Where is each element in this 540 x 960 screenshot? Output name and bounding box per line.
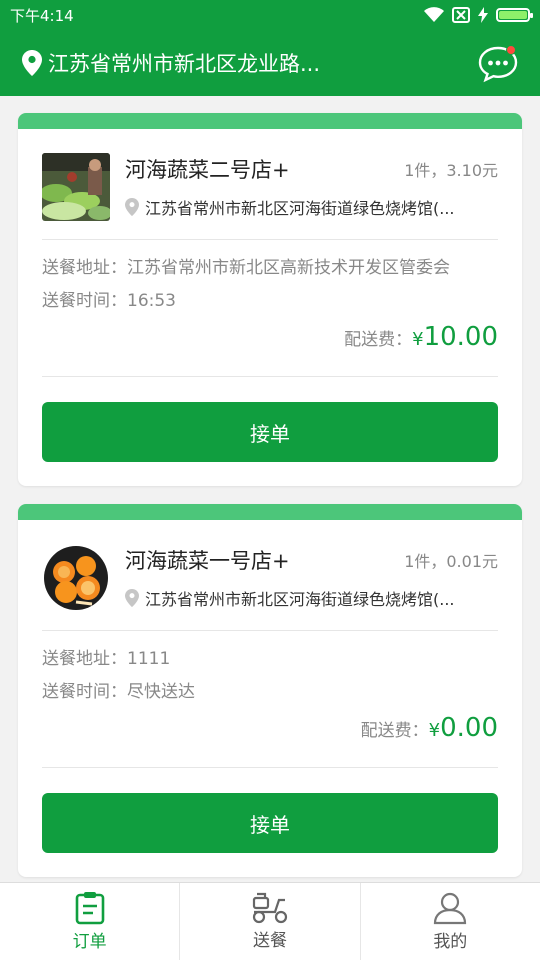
order-list: 河海蔬菜二号店+ 1件，3.10元 江苏省常州市新北区河海街道绿色烧烤馆(...… bbox=[18, 113, 522, 895]
clipboard-icon bbox=[75, 892, 104, 925]
fee-amount: 0.00 bbox=[440, 713, 498, 743]
shop-address: 江苏省常州市新北区河海街道绿色烧烤馆(... bbox=[145, 199, 455, 218]
delivery-fee: 配送费： ¥ 0.00 bbox=[42, 713, 498, 753]
shop-name: 河海蔬菜二号店+ bbox=[125, 158, 290, 182]
delivery-fee: 配送费： ¥ 10.00 bbox=[42, 322, 498, 362]
location-pin-icon bbox=[22, 50, 42, 76]
delivery-info: 送餐地址：江苏省常州市新北区高新技术开发区管委会 送餐时间：16:53 bbox=[42, 252, 498, 318]
current-location[interactable]: 江苏省常州市新北区龙业路... bbox=[48, 48, 478, 78]
fee-label: 配送费： bbox=[360, 721, 429, 741]
accept-order-button[interactable]: 接单 bbox=[42, 793, 498, 853]
delivery-address: 江苏省常州市新北区高新技术开发区管委会 bbox=[127, 258, 450, 278]
delivery-info: 送餐地址：1111 送餐时间：尽快送达 bbox=[42, 643, 498, 709]
order-quantity: 1件，0.01元 bbox=[404, 552, 498, 571]
tab-label: 我的 bbox=[433, 932, 468, 952]
scooter-icon bbox=[252, 892, 288, 924]
fee-currency: ¥ bbox=[428, 720, 441, 741]
delivery-address-label: 送餐地址： bbox=[42, 258, 127, 278]
message-button[interactable] bbox=[478, 43, 518, 83]
delivery-time: 16:53 bbox=[127, 291, 176, 311]
divider bbox=[42, 767, 498, 768]
shop-thumbnail bbox=[42, 544, 110, 612]
top-header: 江苏省常州市新北区龙业路... bbox=[0, 30, 540, 96]
charging-icon bbox=[478, 7, 488, 23]
tab-label: 送餐 bbox=[252, 931, 287, 951]
delivery-time: 尽快送达 bbox=[127, 682, 195, 702]
card-accent-bar bbox=[18, 504, 522, 520]
tab-profile[interactable]: 我的 bbox=[361, 883, 540, 960]
divider bbox=[42, 630, 498, 631]
shop-thumbnail bbox=[42, 153, 110, 221]
shop-address: 江苏省常州市新北区河海街道绿色烧烤馆(... bbox=[145, 590, 455, 609]
order-card: 河海蔬菜一号店+ 1件，0.01元 江苏省常州市新北区河海街道绿色烧烤馆(...… bbox=[18, 504, 522, 877]
sim-icon bbox=[452, 7, 470, 23]
wifi-icon bbox=[424, 7, 444, 22]
divider bbox=[42, 239, 498, 240]
unread-dot bbox=[506, 45, 516, 55]
status-time: 下午4:14 bbox=[10, 6, 74, 25]
delivery-time-label: 送餐时间： bbox=[42, 291, 127, 311]
location-pin-icon bbox=[125, 198, 139, 216]
person-icon bbox=[434, 892, 467, 925]
location-pin-icon bbox=[125, 589, 139, 607]
delivery-address: 1111 bbox=[127, 649, 171, 669]
order-quantity: 1件，3.10元 bbox=[404, 161, 498, 180]
delivery-address-label: 送餐地址： bbox=[42, 649, 127, 669]
shop-name: 河海蔬菜一号店+ bbox=[125, 549, 290, 573]
battery-icon bbox=[496, 8, 533, 22]
status-bar: 下午4:14 bbox=[0, 0, 540, 30]
divider bbox=[42, 376, 498, 377]
order-card: 河海蔬菜二号店+ 1件，3.10元 江苏省常州市新北区河海街道绿色烧烤馆(...… bbox=[18, 113, 522, 486]
card-accent-bar bbox=[18, 113, 522, 129]
fee-label: 配送费： bbox=[344, 330, 413, 350]
accept-order-button[interactable]: 接单 bbox=[42, 402, 498, 462]
tab-label: 订单 bbox=[72, 932, 107, 952]
tab-orders[interactable]: 订单 bbox=[0, 883, 181, 960]
fee-currency: ¥ bbox=[412, 329, 424, 350]
tab-delivery[interactable]: 送餐 bbox=[180, 883, 361, 960]
delivery-time-label: 送餐时间： bbox=[42, 682, 127, 702]
fee-amount: 10.00 bbox=[423, 322, 498, 352]
bottom-tab-bar: 订单 送餐 我的 bbox=[0, 882, 540, 960]
